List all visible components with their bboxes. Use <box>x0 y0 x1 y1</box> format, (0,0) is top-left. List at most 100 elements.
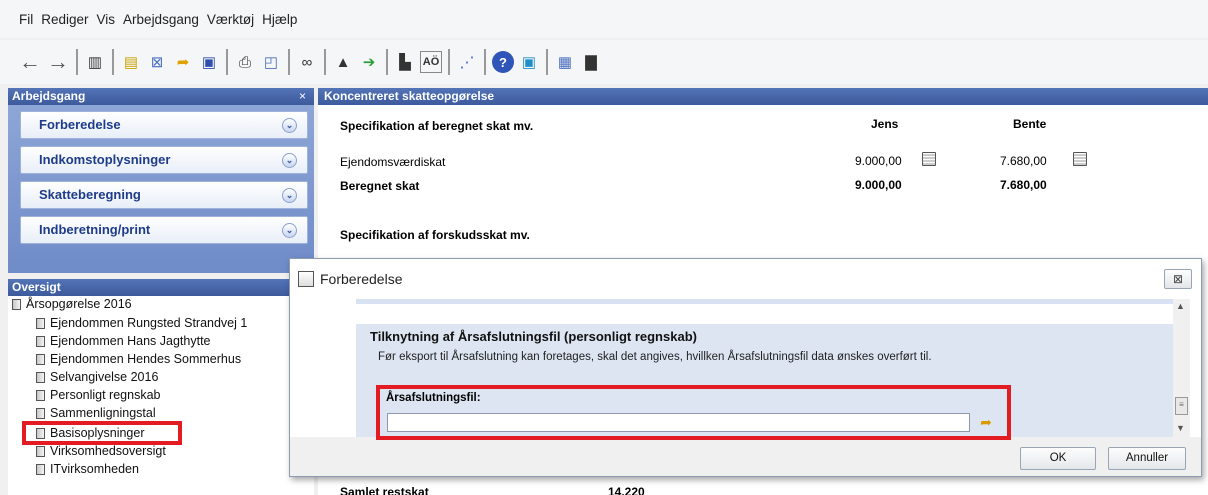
overview-header: Oversigt <box>8 279 314 296</box>
tree-item[interactable]: ITvirksomheden <box>36 462 139 476</box>
back-arrow-icon[interactable]: ← <box>18 49 42 74</box>
tree-item-label: ITvirksomheden <box>50 462 139 476</box>
tree-item[interactable]: Ejendommen Rungsted Strandvej 1 <box>36 316 247 330</box>
tree-item-label: Sammenligningstal <box>50 406 156 420</box>
workflow-title: Arbejdsgang <box>12 89 86 103</box>
section-title: Specifikation af beregnet skat mv. <box>340 119 534 133</box>
ok-button[interactable]: OK <box>1020 447 1096 470</box>
row-total: 14.220 <box>608 485 645 495</box>
cancel-button[interactable]: Annuller <box>1108 447 1186 470</box>
print-preview-icon[interactable]: ◰ <box>260 51 282 73</box>
toolbar-separator <box>546 49 548 75</box>
tree-item-label: Selvangivelse 2016 <box>50 370 159 384</box>
overview-title: Oversigt <box>12 280 61 294</box>
workflow-item-indkomstoplysninger[interactable]: Indkomstoplysninger ⌄ <box>20 146 308 174</box>
overview-tree: Årsopgørelse 2016 Ejendommen Rungsted St… <box>8 296 314 495</box>
export-icon[interactable]: ➔ <box>358 51 380 73</box>
import-icon[interactable]: ▲ <box>332 51 354 73</box>
chevron-down-icon[interactable]: ⌄ <box>282 118 297 133</box>
menu-bar: Fil Rediger Vis Arbejdsgang Værktøj Hjæl… <box>0 0 1208 38</box>
menu-help[interactable]: Hjælp <box>261 12 298 27</box>
workflow-item-skatteberegning[interactable]: Skatteberegning ⌄ <box>20 181 308 209</box>
dialog-title: Forberedelse <box>320 271 403 287</box>
workflow-item-forberedelse[interactable]: Forberedelse ⌄ <box>20 111 308 139</box>
row-total-bente: 7.680,00 <box>1000 178 1047 192</box>
scroll-thumb[interactable]: ≡ <box>1175 397 1188 415</box>
graph-icon[interactable]: ⋰ <box>456 51 478 73</box>
toolbar-separator <box>324 49 326 75</box>
book-icon[interactable]: ▥ <box>84 51 106 73</box>
scrollbar[interactable]: ▲ ≡ ▼ <box>1173 299 1190 437</box>
workflow-item-label: Forberedelse <box>39 117 121 132</box>
document-icon <box>36 445 45 457</box>
document-icon <box>36 407 45 419</box>
chevron-down-icon[interactable]: ⌄ <box>282 153 297 168</box>
link-icon[interactable]: ∞ <box>296 51 318 73</box>
calculator-icon[interactable] <box>922 152 936 166</box>
row-label: Ejendomsværdiskat <box>340 155 446 169</box>
tree-item-label: Ejendommen Rungsted Strandvej 1 <box>50 316 248 330</box>
print-icon[interactable]: ⎙ <box>234 51 256 73</box>
menu-workflow[interactable]: Arbejdsgang <box>122 12 200 27</box>
tree-root[interactable]: Årsopgørelse 2016 <box>12 297 132 311</box>
document-icon <box>36 353 45 365</box>
section-description: Før eksport til Årsafslutning kan foreta… <box>378 351 932 363</box>
tree-item[interactable]: Selvangivelse 2016 <box>36 370 158 384</box>
calculator-icon[interactable]: ▦ <box>554 51 576 73</box>
tree-item-label: Virksomhedsoversigt <box>50 444 166 458</box>
row-value-jens: 9.000,00 <box>855 154 902 168</box>
toolbar-separator <box>386 49 388 75</box>
menu-view[interactable]: Vis <box>96 12 117 27</box>
row-label: Beregnet skat <box>340 179 420 193</box>
tree-item[interactable]: Ejendommen Hans Jagthytte <box>36 334 211 348</box>
help-icon[interactable]: ? <box>492 51 514 73</box>
toolbar-separator <box>226 49 228 75</box>
save-icon[interactable]: ▣ <box>198 51 220 73</box>
open-folder-icon[interactable]: ➦ <box>172 51 194 73</box>
new-document-icon[interactable]: ▤ <box>120 51 142 73</box>
calculator-icon[interactable] <box>1073 152 1087 166</box>
tree-item-label: Personligt regnskab <box>50 388 161 402</box>
workflow-item-label: Indkomstoplysninger <box>39 152 171 167</box>
close-icon[interactable]: × <box>299 88 306 105</box>
row-value-bente: 7.680,00 <box>1000 154 1047 168</box>
dialog-footer: OK Annuller <box>290 437 1201 476</box>
tree-root-label: Årsopgørelse 2016 <box>26 297 132 311</box>
book-icon <box>12 298 21 310</box>
workflow-item-label: Indberetning/print <box>39 222 151 237</box>
highlight-basisoplysninger <box>22 421 182 445</box>
archive-icon[interactable]: ▙ <box>394 51 416 73</box>
menu-file[interactable]: Fil <box>18 12 34 27</box>
scroll-up-icon[interactable]: ▲ <box>1176 301 1185 311</box>
toolbar-separator <box>448 49 450 75</box>
workflow-header: Arbejdsgang × <box>8 88 314 105</box>
blocks-icon[interactable]: ▇ <box>580 51 602 73</box>
scroll-down-icon[interactable]: ▼ <box>1176 423 1185 433</box>
tree-item[interactable]: Ejendommen Hendes Sommerhus <box>36 352 241 366</box>
chevron-down-icon[interactable]: ⌄ <box>282 223 297 238</box>
forward-arrow-icon[interactable]: → <box>46 49 70 74</box>
main-title: Koncentreret skatteopgørelse <box>324 89 495 103</box>
close-document-icon[interactable]: ⊠ <box>146 51 168 73</box>
document-icon <box>36 371 45 383</box>
forberedelse-dialog: Forberedelse ⊠ Tilknytning af Årsafslutn… <box>289 258 1202 477</box>
menu-tools[interactable]: Værktøj <box>206 12 255 27</box>
close-button[interactable]: ⊠ <box>1164 269 1192 289</box>
tree-item[interactable]: Virksomhedsoversigt <box>36 444 166 458</box>
document-icon <box>36 463 45 475</box>
column-header-jens: Jens <box>871 117 899 131</box>
workflow-item-indberetning[interactable]: Indberetning/print ⌄ <box>20 216 308 244</box>
text-icon[interactable]: AÖ <box>420 51 442 73</box>
section-band <box>356 299 1173 304</box>
edit-document-icon <box>298 271 314 287</box>
highlight-field <box>376 385 1011 440</box>
tree-item[interactable]: Personligt regnskab <box>36 388 160 402</box>
tree-item-label: Ejendommen Hans Jagthytte <box>50 334 211 348</box>
chevron-down-icon[interactable]: ⌄ <box>282 188 297 203</box>
toolbar-separator <box>112 49 114 75</box>
menu-edit[interactable]: Rediger <box>40 12 89 27</box>
report-icon[interactable]: ▣ <box>518 51 540 73</box>
tree-item[interactable]: Sammenligningstal <box>36 406 156 420</box>
column-header-bente: Bente <box>1013 117 1047 131</box>
document-icon <box>36 335 45 347</box>
